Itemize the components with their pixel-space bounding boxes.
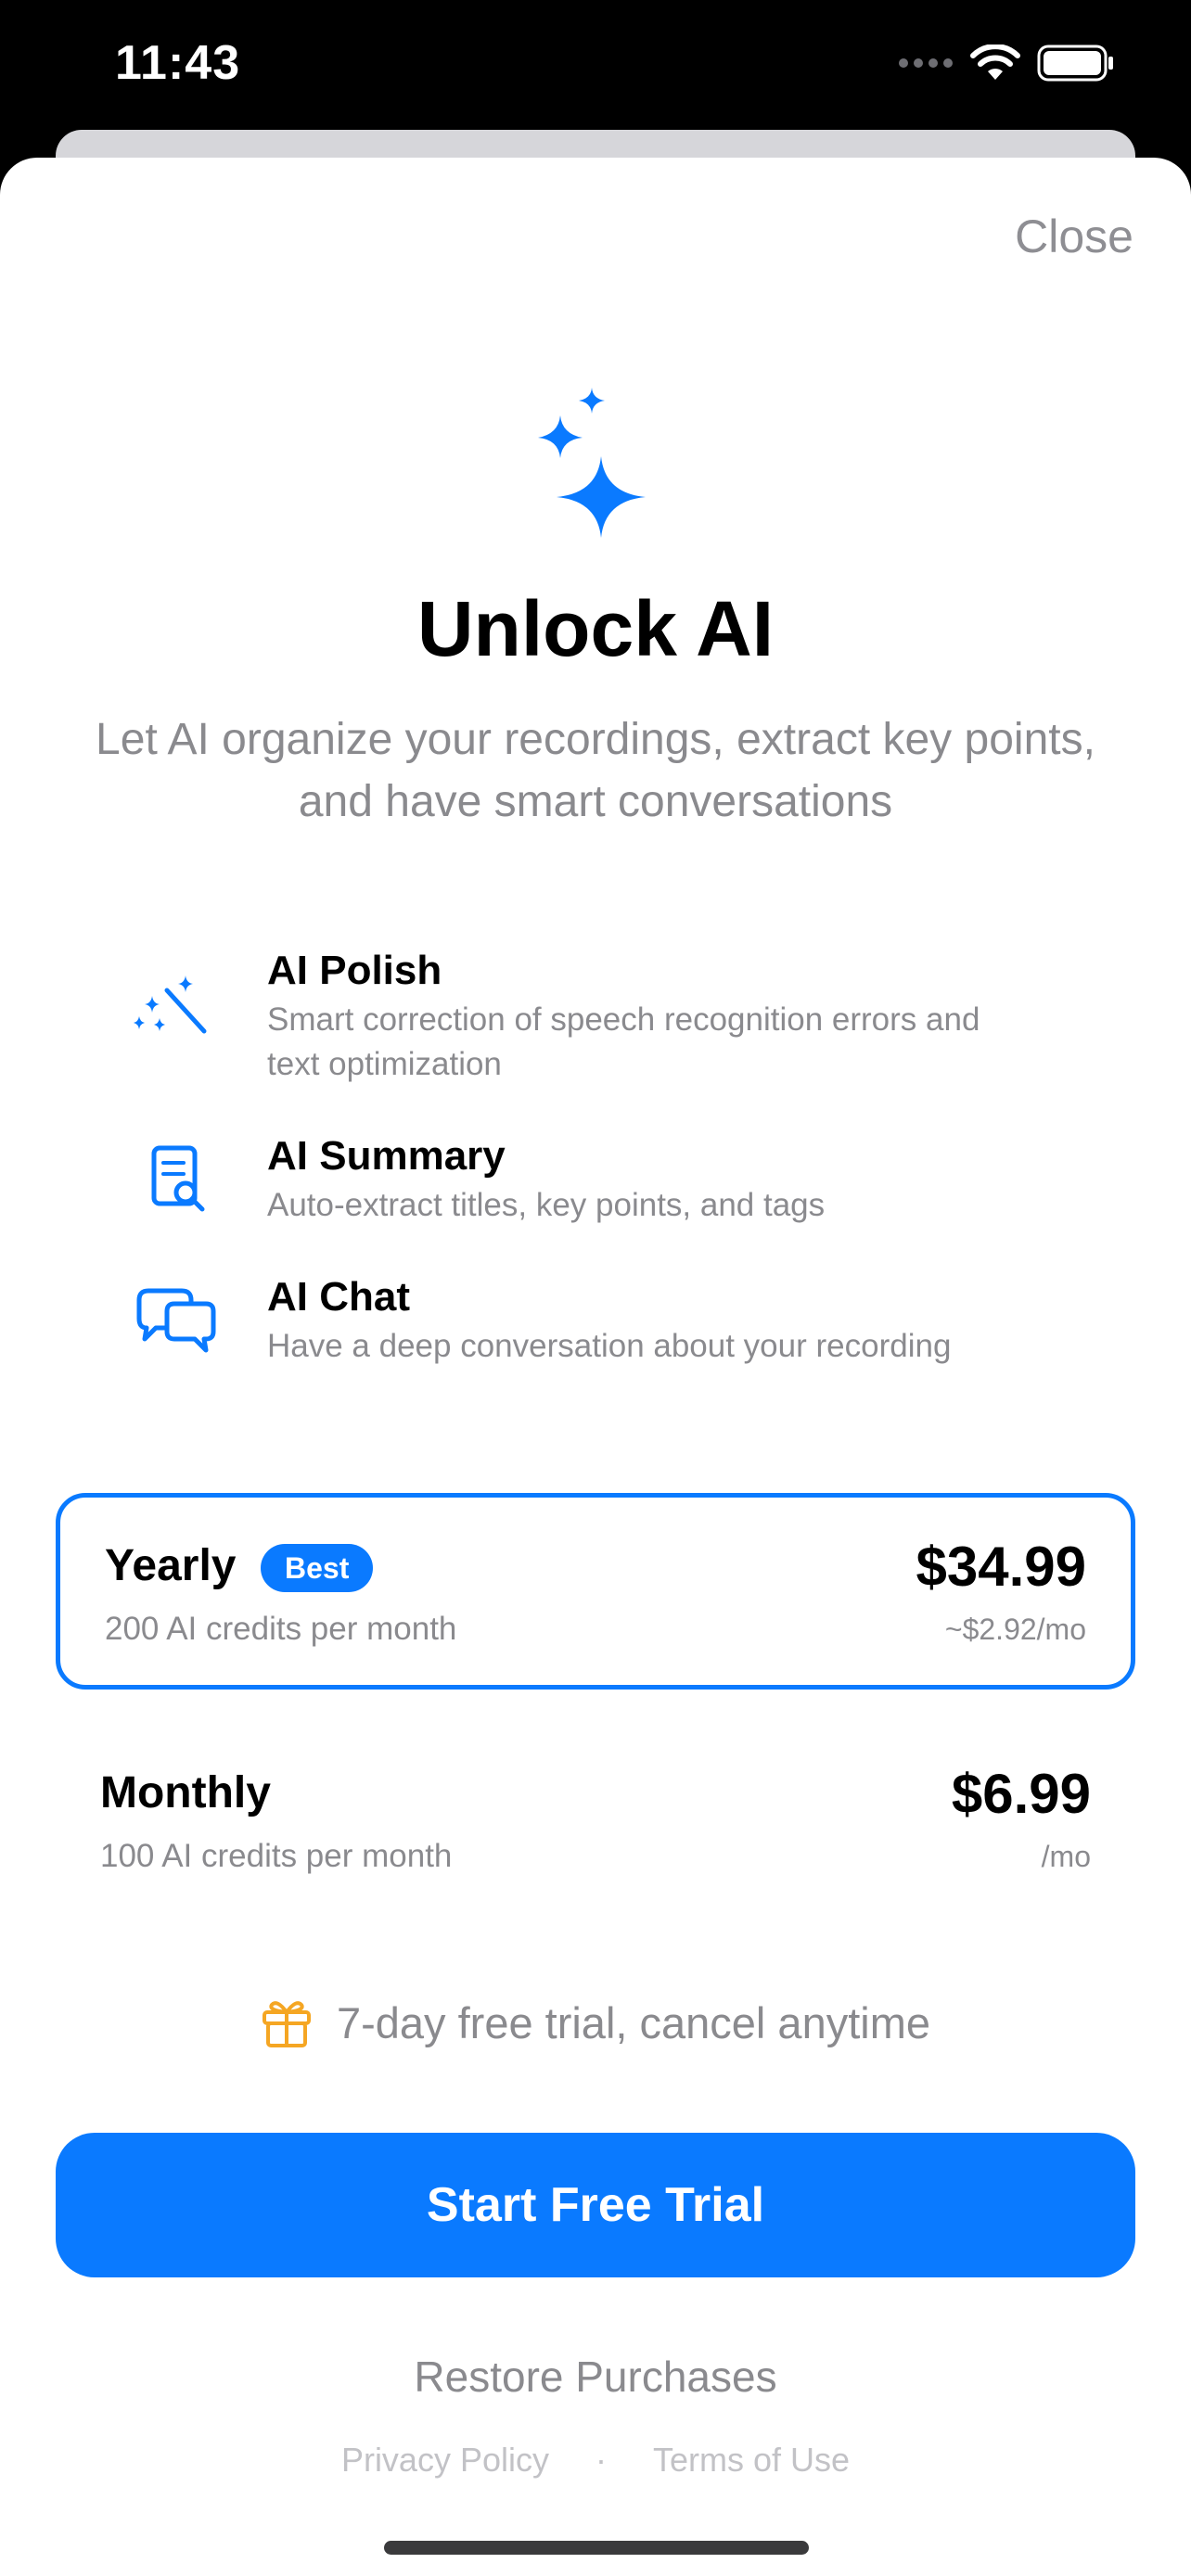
paywall-sheet: Close Unlock AI Let AI organize your rec… bbox=[0, 158, 1191, 2576]
privacy-policy-link[interactable]: Privacy Policy bbox=[341, 2441, 549, 2480]
status-time: 11:43 bbox=[115, 36, 241, 90]
document-search-icon bbox=[151, 1145, 205, 1212]
status-bar: 11:43 bbox=[0, 0, 1191, 130]
free-trial-note: 7-day free trial, cancel anytime bbox=[0, 1996, 1191, 2049]
feature-description: Have a deep conversation about your reco… bbox=[267, 1328, 952, 1364]
best-badge: Best bbox=[261, 1544, 374, 1592]
plan-price: $34.99 bbox=[916, 1536, 1086, 1598]
feature-description: Smart correction of speech recognition e… bbox=[267, 998, 1102, 1087]
plan-yearly[interactable]: Yearly Best 200 AI credits per month $34… bbox=[56, 1493, 1135, 1690]
feature-text: AI Summary Auto-extract titles, key poin… bbox=[267, 1131, 1102, 1228]
feature-title: AI Chat bbox=[267, 1274, 410, 1320]
status-icons bbox=[898, 45, 1115, 82]
feature-text: AI Chat Have a deep conversation about y… bbox=[267, 1272, 1102, 1369]
home-indicator bbox=[384, 2541, 809, 2555]
plan-price-per-month: ~$2.92/mo bbox=[944, 1613, 1086, 1646]
page-subtitle: Let AI organize your recordings, extract… bbox=[37, 708, 1154, 833]
terms-of-use-link[interactable]: Terms of Use bbox=[653, 2441, 850, 2480]
wifi-icon bbox=[970, 45, 1020, 80]
plan-monthly[interactable]: Monthly 100 AI credits per month $6.99 /… bbox=[56, 1725, 1135, 1921]
plan-description: 100 AI credits per month bbox=[100, 1838, 453, 1874]
chat-bubbles-icon bbox=[136, 1288, 216, 1353]
subtitle-line: Let AI organize your recordings, extract… bbox=[96, 715, 1095, 764]
close-button[interactable]: Close bbox=[1015, 210, 1133, 263]
subtitle-line: and have smart conversations bbox=[298, 777, 893, 826]
magic-wand-icon bbox=[134, 976, 207, 1034]
battery-icon bbox=[1037, 45, 1113, 82]
footer-links: Privacy Policy · Terms of Use bbox=[0, 2441, 1191, 2480]
cellular-signal-icon bbox=[899, 58, 953, 68]
feature-title: AI Polish bbox=[267, 948, 442, 993]
plan-description: 200 AI credits per month bbox=[105, 1611, 457, 1647]
page-title: Unlock AI bbox=[416, 585, 775, 672]
restore-purchases-button[interactable]: Restore Purchases bbox=[0, 2352, 1191, 2402]
free-trial-text: 7-day free trial, cancel anytime bbox=[336, 1997, 930, 2047]
plan-name: Monthly bbox=[100, 1768, 271, 1817]
footer-separator: · bbox=[596, 2441, 607, 2479]
feature-description: Auto-extract titles, key points, and tag… bbox=[267, 1187, 826, 1223]
start-free-trial-button[interactable]: Start Free Trial bbox=[56, 2133, 1135, 2277]
plan-name: Yearly bbox=[105, 1541, 237, 1590]
feature-title: AI Summary bbox=[267, 1133, 506, 1179]
feature-text: AI Polish Smart correction of speech rec… bbox=[267, 946, 1102, 1087]
plan-price: $6.99 bbox=[951, 1763, 1091, 1825]
sparkles-icon bbox=[538, 388, 646, 538]
feature-description-line: text optimization bbox=[267, 1046, 502, 1082]
feature-description-line: Smart correction of speech recognition e… bbox=[267, 1001, 980, 1038]
gift-icon bbox=[262, 2001, 311, 2047]
plan-price-per-month: /mo bbox=[1041, 1840, 1091, 1873]
